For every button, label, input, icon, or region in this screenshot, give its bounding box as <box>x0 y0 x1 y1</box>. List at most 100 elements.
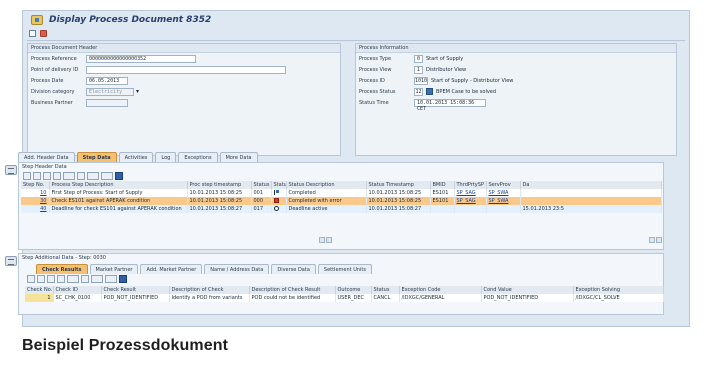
column-header[interactable]: Check Result <box>101 286 170 294</box>
details-icon[interactable] <box>23 172 31 180</box>
table-cell: 000 <box>251 197 272 205</box>
table-row[interactable]: 1 SC_CHK_0100 POD_NOT_IDENTIFIED Identify a… <box>25 294 664 302</box>
column-header[interactable]: Cond Value <box>481 286 574 294</box>
column-header[interactable]: Step No. <box>21 181 50 189</box>
table-cell: 017 <box>251 205 272 213</box>
filter-icon[interactable] <box>67 275 79 283</box>
title-bar: Display Process Document 8352 <box>23 11 689 28</box>
details-icon[interactable] <box>27 275 35 283</box>
field-label: Process ID <box>359 77 385 84</box>
field-input[interactable] <box>86 98 128 107</box>
tab-step-data[interactable]: Step Data <box>76 152 117 162</box>
tab-check-results[interactable]: Check Results <box>36 264 88 274</box>
export-icon[interactable] <box>91 275 103 283</box>
column-header[interactable]: Status Description <box>286 181 367 189</box>
column-header[interactable]: BMID <box>430 181 455 189</box>
info-icon[interactable] <box>115 172 123 180</box>
table-cell: USER_DEC <box>335 294 372 302</box>
process-header-panel: Process Document Header Process Referenc… <box>27 43 341 156</box>
column-header[interactable]: ServProv <box>486 181 521 189</box>
print-icon[interactable] <box>81 275 89 283</box>
table-cell[interactable]: SP_SAG <box>454 197 487 205</box>
process-info-panel: Process Information Process Type 0 Start o… <box>355 43 677 156</box>
sort-desc-icon[interactable] <box>43 172 51 180</box>
table-cell: CANCL <box>371 294 400 302</box>
tab-diverse-data[interactable]: Diverse Data <box>271 264 316 274</box>
table-cell[interactable] <box>454 205 487 213</box>
column-header[interactable]: Exception Code <box>399 286 482 294</box>
tab-exceptions[interactable]: Exceptions <box>178 152 218 162</box>
table-cell[interactable]: 40 <box>21 205 50 213</box>
tab-log[interactable]: Log <box>155 152 177 162</box>
section-toggle-button[interactable] <box>5 256 17 266</box>
column-header[interactable]: Status <box>251 181 272 189</box>
tab-name-address-data[interactable]: Name / Address Data <box>204 264 270 274</box>
column-header[interactable]: Check ID <box>53 286 102 294</box>
table-cell[interactable]: SP_SWA <box>486 197 521 205</box>
column-header[interactable]: Proc step timestamp <box>187 181 252 189</box>
table-cell[interactable] <box>486 205 521 213</box>
column-header[interactable]: Status <box>271 181 287 189</box>
sort-asc-icon[interactable] <box>37 275 45 283</box>
column-header[interactable]: ThrdPrtySP <box>454 181 487 189</box>
tab-more-data[interactable]: More Data <box>219 152 258 162</box>
step-header-table: Step No. Process Step Description Proc ste… <box>21 181 662 213</box>
column-header[interactable]: Da <box>520 181 662 189</box>
tab-add-header-data[interactable]: Add. Header Data <box>18 152 75 162</box>
field-input: 0 <box>414 54 423 63</box>
column-header[interactable]: Outcome <box>335 286 372 294</box>
export-icon[interactable] <box>87 172 99 180</box>
column-header[interactable]: Exception Solving <box>573 286 664 294</box>
tab-activities[interactable]: Activities <box>118 152 154 162</box>
layout-icon[interactable] <box>105 275 117 283</box>
column-header[interactable]: Process Step Description <box>49 181 188 189</box>
table-cell <box>271 189 287 197</box>
column-header[interactable]: Status Timestamp <box>366 181 431 189</box>
column-header[interactable]: Check No. <box>25 286 54 294</box>
field-row: Process Date 06.05.2013 <box>28 75 340 86</box>
field-label: Division category <box>31 88 75 95</box>
clock-icon <box>273 206 279 211</box>
field-input[interactable]: 06.05.2013 <box>86 76 128 85</box>
field-input[interactable] <box>86 65 286 74</box>
table-row[interactable]: 40 Deadline for check ES101 against APERA… <box>21 205 662 213</box>
info-icon[interactable] <box>119 275 127 283</box>
field-input[interactable]: Electricity <box>86 87 134 96</box>
alv-toolbar <box>19 274 663 284</box>
tab-settlement-units[interactable]: Settlement Units <box>317 264 372 274</box>
horizontal-scroll-arrows[interactable] <box>649 237 662 243</box>
field-input[interactable]: 0000000000000000352 <box>86 54 196 63</box>
field-label: Status Time <box>359 99 389 106</box>
sort-desc-icon[interactable] <box>47 275 55 283</box>
table-cell: Deadline for check ES101 against APERAK … <box>49 205 188 213</box>
table-cell[interactable]: 30 <box>21 197 50 205</box>
find-icon[interactable] <box>53 172 61 180</box>
status-icon <box>426 88 433 95</box>
find-icon[interactable] <box>57 275 65 283</box>
sort-asc-icon[interactable] <box>33 172 41 180</box>
table-cell: POD could not be identified <box>249 294 336 302</box>
tools-icon[interactable] <box>40 29 47 37</box>
tab-add-market-partner[interactable]: Add. Market Partner <box>140 264 203 274</box>
section-toggle-button[interactable] <box>5 165 17 175</box>
panel-title: Process Information <box>356 44 676 53</box>
display-change-icon[interactable] <box>29 29 36 37</box>
horizontal-scroll-arrows[interactable] <box>319 237 332 243</box>
column-header[interactable]: Description of Check Result <box>249 286 336 294</box>
print-icon[interactable] <box>77 172 85 180</box>
column-header[interactable]: Status <box>371 286 400 294</box>
field-row: Process Type 0 Start of Supply <box>356 53 676 64</box>
table-row[interactable]: 10 First Step of Process: Start of Supply… <box>21 189 662 197</box>
table-cell[interactable]: SP_SAG <box>454 189 487 197</box>
layout-icon[interactable] <box>101 172 113 180</box>
tab-market-partner[interactable]: Market Partner <box>89 264 139 274</box>
table-row[interactable]: 30 Check ES101 against APERAK condition 10… <box>21 197 662 205</box>
table-cell[interactable]: SP_SWA <box>486 189 521 197</box>
field-label: Process Reference <box>31 55 77 62</box>
table-cell: 10.01.2013 15:08:25 <box>366 197 431 205</box>
filter-icon[interactable] <box>63 172 75 180</box>
table-cell[interactable]: 10 <box>21 189 50 197</box>
column-header[interactable]: Description of Check <box>169 286 250 294</box>
field-label: Process Status <box>359 88 396 95</box>
chevron-down-icon[interactable]: ▾ <box>136 88 139 95</box>
